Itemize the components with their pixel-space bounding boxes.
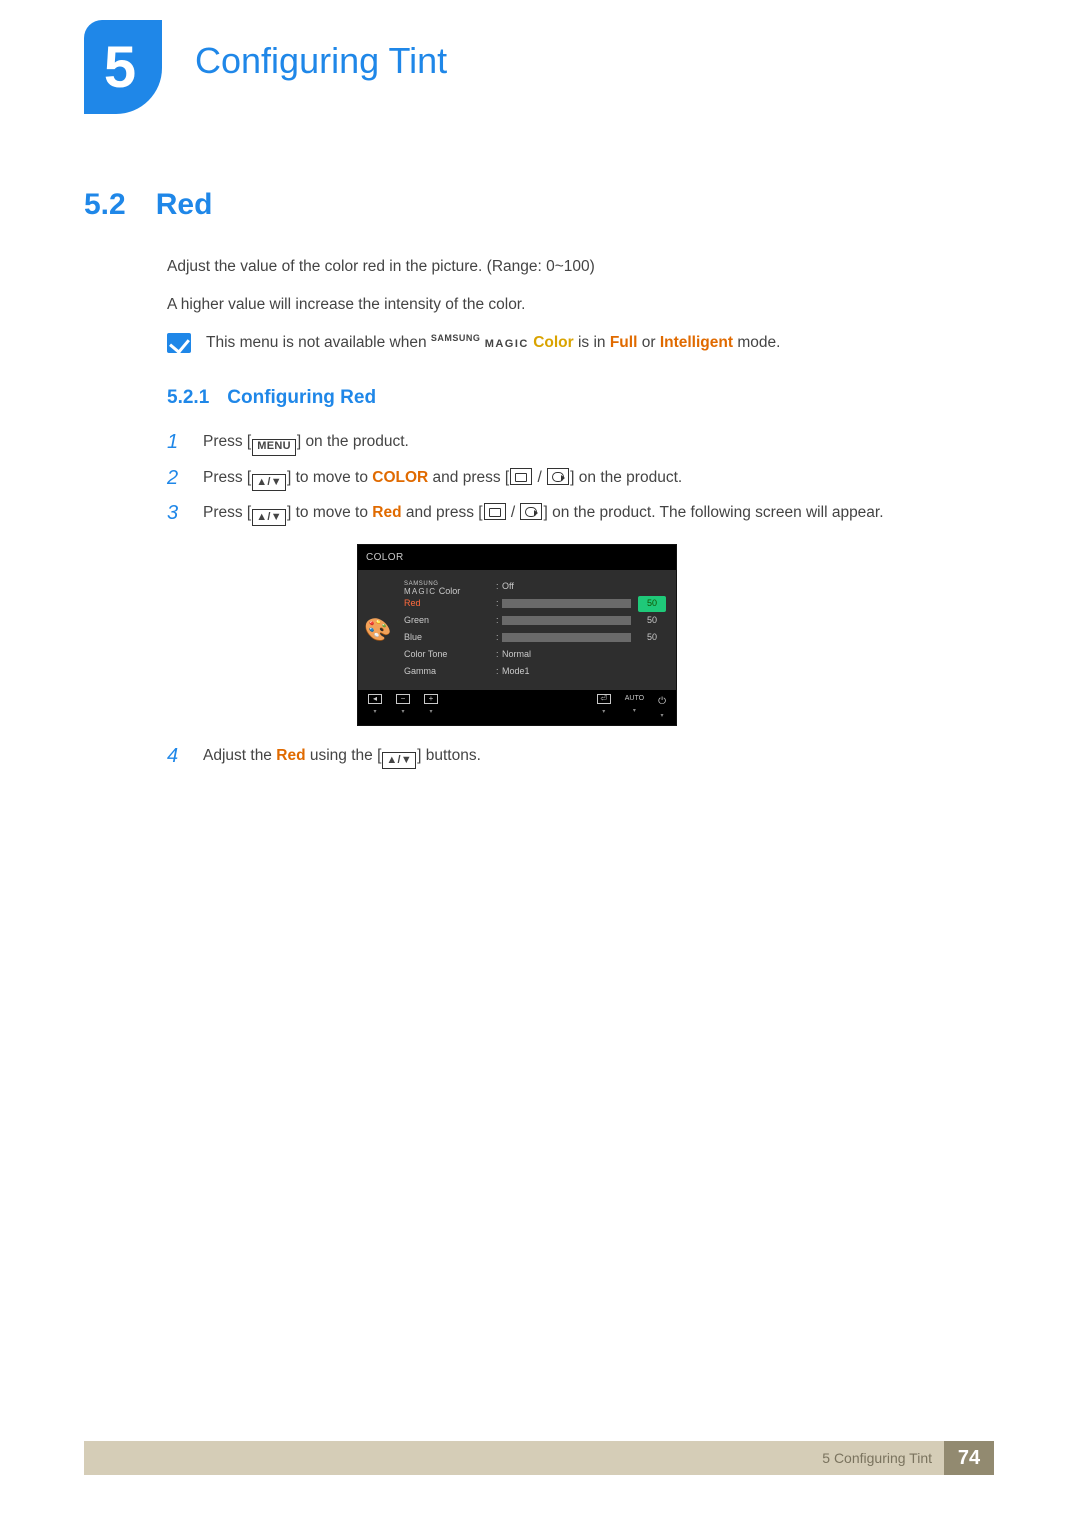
subsection-number: 5.2.1 bbox=[167, 383, 209, 412]
enter-icon bbox=[520, 503, 542, 520]
back-icon: ◂▾ bbox=[368, 694, 382, 721]
t: using the [ bbox=[306, 747, 382, 764]
t: ] on the product. The following screen w… bbox=[543, 504, 883, 521]
osd-title: COLOR bbox=[358, 545, 676, 571]
source-icon bbox=[510, 468, 532, 485]
t: ] to move to bbox=[287, 469, 372, 486]
steps-list: 1 Press [MENU] on the product. 2 Press [… bbox=[167, 430, 967, 525]
t: ] to move to bbox=[287, 504, 372, 521]
osd-label: Color Tone bbox=[404, 648, 496, 662]
note: This menu is not available when SAMSUNG … bbox=[167, 331, 967, 355]
footer-label: 5 Configuring Tint bbox=[822, 1441, 944, 1475]
osd-row-red: Red : 50 bbox=[404, 595, 666, 612]
section-number: 5.2 bbox=[84, 188, 126, 222]
step-text: Press [▲/▼] to move to Red and press [ /… bbox=[203, 501, 884, 526]
osd-value: Mode1 bbox=[502, 665, 638, 679]
t: ] on the product. bbox=[297, 433, 409, 450]
osd-row-green: Green : 50 bbox=[404, 612, 666, 629]
updown-glyph: ▲/▼ bbox=[382, 752, 416, 769]
red-keyword: Red bbox=[372, 504, 401, 521]
osd-label: SAMSUNG MAGIC Color bbox=[404, 578, 496, 596]
page-number: 74 bbox=[944, 1441, 994, 1475]
red-keyword: Red bbox=[276, 747, 305, 764]
osd-value: Normal bbox=[502, 648, 638, 662]
step-text: Adjust the Red using the [▲/▼] buttons. bbox=[203, 744, 481, 769]
osd-row-gamma: Gamma : Mode1 bbox=[404, 663, 666, 680]
step-3: 3 Press [▲/▼] to move to Red and press [… bbox=[167, 501, 967, 526]
chapter-badge: 5 bbox=[84, 20, 162, 114]
minus-icon: −▾ bbox=[396, 694, 410, 721]
subsection-title: Configuring Red bbox=[227, 383, 376, 412]
note-or: or bbox=[642, 334, 660, 351]
enter-icon: ⏎▾ bbox=[597, 694, 611, 721]
osd-label: Red bbox=[404, 597, 496, 611]
t: Color bbox=[436, 586, 460, 596]
updown-glyph: ▲/▼ bbox=[252, 474, 286, 491]
samsung-label: SAMSUNG bbox=[431, 333, 481, 343]
osd-row-magiccolor: SAMSUNG MAGIC Color : Off bbox=[404, 578, 666, 595]
color-keyword: COLOR bbox=[372, 469, 428, 486]
magic-color-word: Color bbox=[533, 334, 573, 351]
updown-glyph: ▲/▼ bbox=[252, 509, 286, 526]
power-icon: ⏻▾ bbox=[658, 694, 666, 721]
step-number: 1 bbox=[167, 430, 185, 455]
page-footer: 5 Configuring Tint 74 bbox=[84, 1441, 994, 1475]
osd-slider bbox=[502, 616, 631, 625]
mode-intelligent: Intelligent bbox=[660, 334, 733, 351]
osd-value: 50 bbox=[638, 596, 666, 612]
t: ] buttons. bbox=[417, 747, 481, 764]
t: MAGIC bbox=[404, 587, 436, 596]
osd-screenshot: COLOR 🎨 SAMSUNG MAGIC Color : Off Red bbox=[357, 544, 967, 726]
magic-label: MAGIC bbox=[485, 338, 529, 350]
note-post: mode. bbox=[737, 334, 780, 351]
osd-label: Green bbox=[404, 614, 496, 628]
step-text: Press [▲/▼] to move to COLOR and press [… bbox=[203, 466, 682, 491]
body-column: Adjust the value of the color red in the… bbox=[167, 255, 967, 779]
steps-list-cont: 4 Adjust the Red using the [▲/▼] buttons… bbox=[167, 744, 967, 769]
t: Adjust the bbox=[203, 747, 276, 764]
t: Press [ bbox=[203, 504, 251, 521]
paragraph-range: Adjust the value of the color red in the… bbox=[167, 255, 967, 279]
paragraph-intensity: A higher value will increase the intensi… bbox=[167, 293, 967, 317]
menu-button-glyph: MENU bbox=[252, 439, 296, 456]
step-number: 4 bbox=[167, 744, 185, 769]
source-icon bbox=[484, 503, 506, 520]
osd-label: Blue bbox=[404, 631, 496, 645]
t: and press [ bbox=[428, 469, 509, 486]
plus-icon: +▾ bbox=[424, 694, 438, 721]
note-mid1: is in bbox=[578, 334, 610, 351]
step-2: 2 Press [▲/▼] to move to COLOR and press… bbox=[167, 466, 967, 491]
osd-value: 50 bbox=[638, 614, 666, 628]
step-4: 4 Adjust the Red using the [▲/▼] buttons… bbox=[167, 744, 967, 769]
subsection-heading: 5.2.1 Configuring Red bbox=[167, 383, 967, 412]
enter-icon bbox=[547, 468, 569, 485]
osd-value: 50 bbox=[638, 631, 666, 645]
osd-label: Gamma bbox=[404, 665, 496, 679]
osd-slider bbox=[502, 633, 631, 642]
osd-row-blue: Blue : 50 bbox=[404, 629, 666, 646]
section-title: Red bbox=[156, 188, 213, 222]
note-pre: This menu is not available when bbox=[206, 334, 431, 351]
osd-value: Off bbox=[502, 580, 638, 594]
chapter-title: Configuring Tint bbox=[195, 40, 447, 82]
note-icon bbox=[167, 333, 191, 353]
section-heading: 5.2 Red bbox=[84, 188, 212, 222]
note-text: This menu is not available when SAMSUNG … bbox=[206, 331, 967, 355]
step-text: Press [MENU] on the product. bbox=[203, 430, 409, 455]
osd-slider bbox=[502, 599, 631, 608]
palette-icon: 🎨 bbox=[358, 570, 398, 690]
t: ] on the product. bbox=[570, 469, 682, 486]
mode-full: Full bbox=[610, 334, 638, 351]
osd-footer: ◂▾ −▾ +▾ ⏎▾ AUTO▾ ⏻▾ bbox=[358, 690, 676, 725]
step-1: 1 Press [MENU] on the product. bbox=[167, 430, 967, 455]
step-number: 2 bbox=[167, 466, 185, 491]
step-number: 3 bbox=[167, 501, 185, 526]
t: and press [ bbox=[402, 504, 483, 521]
osd-row-colortone: Color Tone : Normal bbox=[404, 646, 666, 663]
auto-label: AUTO▾ bbox=[625, 694, 644, 721]
t: Press [ bbox=[203, 469, 251, 486]
t: Press [ bbox=[203, 433, 251, 450]
